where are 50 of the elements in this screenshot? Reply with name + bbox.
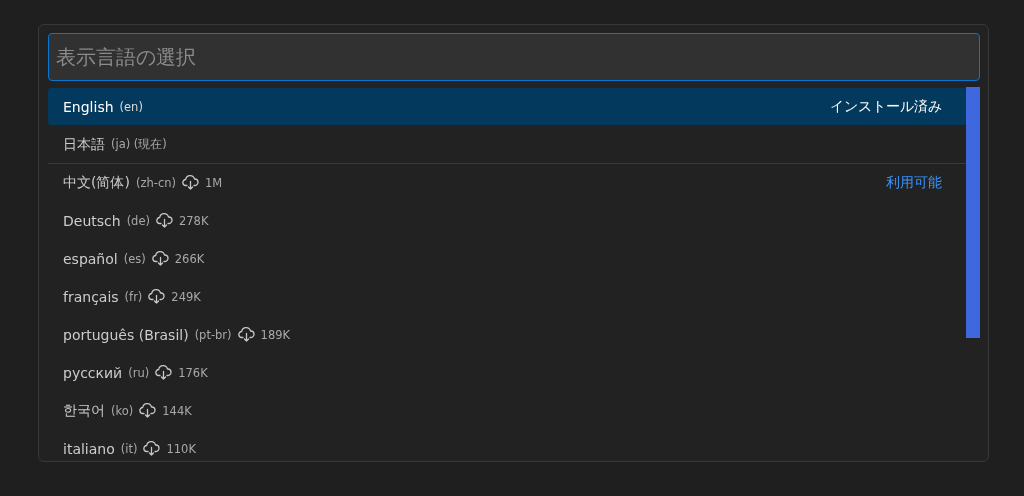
cloud-download-icon — [148, 289, 166, 304]
language-name: 한국어 — [63, 401, 105, 420]
language-option[interactable]: italiano (it) 110K — [48, 430, 966, 461]
language-name: français — [63, 288, 119, 305]
scrollbar-thumb[interactable] — [966, 87, 980, 338]
cloud-download-icon — [143, 441, 161, 456]
language-code: (en) — [119, 99, 143, 114]
language-option[interactable]: 中文(简体) (zh-cn) 1M 利用可能 — [48, 164, 966, 201]
language-name: English — [63, 98, 114, 115]
download-size: 110K — [166, 441, 196, 456]
download-size: 176K — [178, 365, 208, 380]
language-option[interactable]: español (es) 266K — [48, 240, 966, 277]
cloud-download-icon — [151, 251, 169, 266]
cloud-download-icon — [139, 403, 157, 418]
language-name: русский — [63, 364, 123, 381]
language-name: Deutsch — [63, 212, 121, 229]
language-code: (ko) — [111, 403, 134, 418]
language-option[interactable]: 한국어 (ko) 144K — [48, 392, 966, 429]
language-code: (pt-br) — [194, 327, 232, 342]
language-option[interactable]: English (en) インストール済み — [48, 88, 966, 125]
group-label: インストール済み — [830, 97, 942, 116]
group-label: 利用可能 — [886, 173, 942, 192]
download-size: 249K — [171, 289, 201, 304]
download-size: 278K — [179, 213, 209, 228]
download-size: 189K — [260, 327, 291, 342]
language-code: (fr) — [124, 289, 143, 304]
language-name: español — [63, 250, 118, 267]
language-code: (it) — [120, 441, 138, 456]
language-code: (ja) (現在) — [111, 137, 167, 152]
language-code: (zh-cn) — [135, 175, 176, 190]
download-size: 1M — [205, 175, 223, 190]
language-option[interactable]: português (Brasil) (pt-br) 189K — [48, 316, 966, 353]
download-size: 144K — [162, 403, 192, 418]
cloud-download-icon — [156, 213, 173, 228]
language-code: (es) — [123, 251, 146, 266]
language-name: 日本語 — [63, 135, 105, 154]
language-option[interactable]: Deutsch (de) 278K — [48, 202, 966, 239]
cloud-download-icon — [237, 327, 255, 342]
download-size: 266K — [174, 251, 205, 266]
language-option[interactable]: français (fr) 249K — [48, 278, 966, 315]
language-option[interactable]: 日本語 (ja) (現在) — [48, 126, 966, 163]
language-code: (ru) — [128, 365, 150, 380]
language-name: italiano — [63, 440, 115, 457]
language-name: 中文(简体) — [63, 173, 130, 192]
language-code: (de) — [126, 213, 150, 228]
language-option[interactable]: русский (ru) 176K — [48, 354, 966, 391]
cloud-download-icon — [155, 365, 173, 380]
search-field[interactable]: 表示言語の選択 — [48, 33, 980, 81]
language-name: português (Brasil) — [63, 326, 189, 343]
cloud-download-icon — [182, 175, 199, 190]
